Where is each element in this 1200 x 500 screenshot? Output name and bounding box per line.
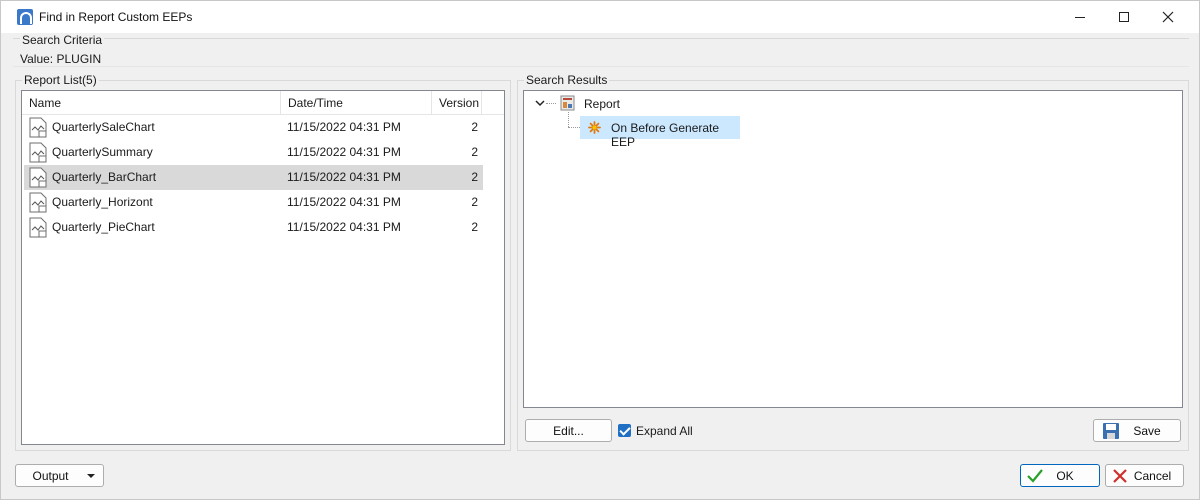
column-header-version[interactable]: Version	[432, 91, 482, 115]
report-document-icon	[29, 117, 47, 138]
list-item[interactable]: Quarterly_PieChart 11/15/2022 04:31 PM 2	[24, 215, 483, 240]
cell-datetime: 11/15/2022 04:31 PM	[287, 170, 401, 184]
report-list-legend: Report List(5)	[22, 73, 99, 87]
expand-all-checkbox[interactable]	[618, 424, 631, 437]
title-bar: Find in Report Custom EEPs	[1, 1, 1199, 33]
cell-name: Quarterly_BarChart	[52, 170, 157, 184]
cell-datetime: 11/15/2022 04:31 PM	[287, 145, 401, 159]
dropdown-arrow-icon	[87, 474, 95, 478]
report-document-icon	[29, 142, 47, 163]
save-icon	[1103, 423, 1119, 439]
report-list-view[interactable]: Name Date/Time Version QuarterlySaleChar…	[21, 90, 505, 445]
cell-version: 2	[471, 120, 478, 134]
tree-connector	[546, 103, 556, 104]
report-document-icon	[29, 192, 47, 213]
cell-version: 2	[471, 170, 478, 184]
cancel-x-icon	[1113, 469, 1127, 483]
tree-connector	[568, 112, 569, 127]
maximize-icon	[1119, 12, 1129, 22]
cell-version: 2	[471, 145, 478, 159]
output-dropdown-button[interactable]: Output	[15, 464, 104, 487]
chevron-down-icon[interactable]	[534, 97, 546, 109]
output-button-label: Output	[32, 468, 69, 483]
report-document-icon	[29, 217, 47, 238]
edit-button[interactable]: Edit...	[525, 419, 612, 442]
expand-all-label[interactable]: Expand All	[636, 424, 693, 438]
minimize-icon	[1075, 16, 1085, 18]
cell-name: QuarterlySaleChart	[52, 120, 155, 134]
search-criteria-value: Value: PLUGIN	[20, 52, 102, 66]
list-item[interactable]: QuarterlySummary 11/15/2022 04:31 PM 2	[24, 140, 483, 165]
ok-button[interactable]: OK	[1020, 464, 1100, 487]
search-results-tree[interactable]: Report On Before Generate EEP	[523, 90, 1183, 408]
search-results-legend: Search Results	[524, 73, 610, 87]
tree-connector	[568, 127, 580, 128]
search-criteria-legend: Search Criteria	[20, 33, 105, 47]
list-header: Name Date/Time Version	[22, 91, 504, 115]
search-results-group: Search Results Report On Before Generate…	[517, 73, 1189, 451]
ok-button-label: OK	[1056, 468, 1074, 483]
save-button-label: Save	[1133, 423, 1161, 438]
cell-datetime: 11/15/2022 04:31 PM	[287, 195, 401, 209]
cancel-button[interactable]: Cancel	[1105, 464, 1184, 487]
report-icon	[560, 95, 575, 111]
edit-button-label: Edit...	[553, 423, 584, 438]
checkmark-icon	[1027, 469, 1043, 483]
tree-node-report[interactable]: Report	[584, 97, 620, 111]
cell-datetime: 11/15/2022 04:31 PM	[287, 220, 401, 234]
event-icon	[588, 121, 601, 134]
save-button[interactable]: Save	[1093, 419, 1181, 442]
cell-version: 2	[471, 220, 478, 234]
close-icon	[1162, 11, 1174, 23]
window-title: Find in Report Custom EEPs	[39, 10, 193, 24]
app-icon	[17, 9, 33, 25]
column-header-name[interactable]: Name	[22, 91, 281, 115]
tree-node-label: On Before Generate EEP	[611, 121, 720, 149]
maximize-button[interactable]	[1101, 1, 1147, 33]
cell-name: Quarterly_PieChart	[52, 220, 155, 234]
list-item[interactable]: QuarterlySaleChart 11/15/2022 04:31 PM 2	[24, 115, 483, 140]
cancel-button-label: Cancel	[1133, 468, 1172, 483]
minimize-button[interactable]	[1057, 1, 1103, 33]
dialog-window: Find in Report Custom EEPs Search Criter…	[0, 0, 1200, 500]
tree-node-on-before-generate-eep[interactable]: On Before Generate EEP	[580, 116, 740, 149]
cell-version: 2	[471, 195, 478, 209]
close-button[interactable]	[1145, 1, 1191, 33]
divider	[13, 66, 1189, 67]
list-item[interactable]: Quarterly_Horizont 11/15/2022 04:31 PM 2	[24, 190, 483, 215]
cell-name: QuarterlySummary	[52, 145, 153, 159]
list-item[interactable]: Quarterly_BarChart 11/15/2022 04:31 PM 2	[24, 165, 483, 190]
report-list-group: Report List(5) Name Date/Time Version Qu…	[15, 73, 511, 451]
cell-name: Quarterly_Horizont	[52, 195, 153, 209]
report-document-icon	[29, 167, 47, 188]
cell-datetime: 11/15/2022 04:31 PM	[287, 120, 401, 134]
column-header-datetime[interactable]: Date/Time	[281, 91, 432, 115]
